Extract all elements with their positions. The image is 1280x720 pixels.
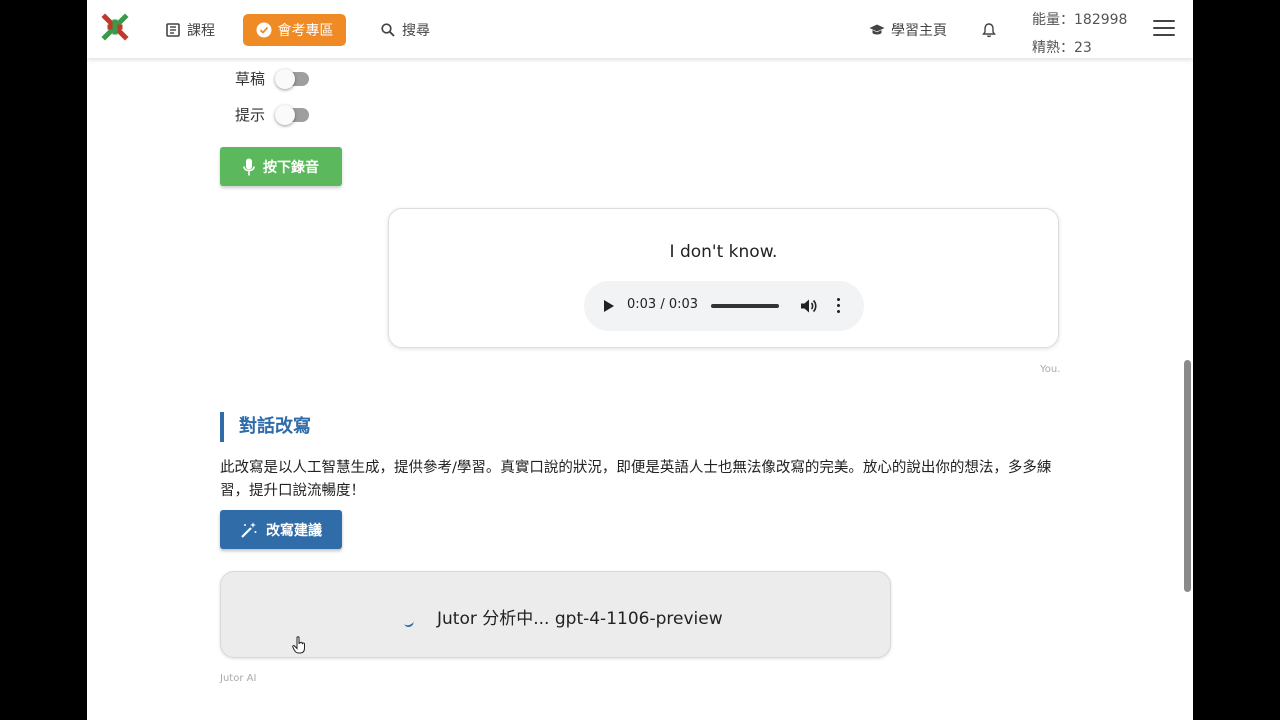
more-options-icon[interactable] — [836, 298, 842, 314]
record-button[interactable]: 按下錄音 — [220, 147, 342, 186]
nav-exam-zone[interactable]: 會考專區 — [243, 14, 346, 46]
user-stats: 能量：182998 精熟：23 — [1032, 6, 1127, 62]
top-navbar: 課程 會考專區 搜尋 學習主頁 能量：182998 精熟：23 — [87, 0, 1193, 58]
search-icon — [381, 23, 395, 37]
jutor-logo-icon[interactable] — [99, 11, 131, 43]
speaker-caption: You. — [1040, 364, 1061, 375]
ai-status-text: Jutor 分析中... gpt-4-1106-preview — [437, 609, 723, 629]
hint-toggle-label: 提示 — [235, 106, 266, 124]
user-speech-card: I don't know. 0:03 / 0:03 — [388, 208, 1059, 348]
rewrite-suggestion-button[interactable]: 改寫建議 — [220, 510, 342, 549]
volume-icon[interactable] — [800, 298, 818, 314]
loading-spinner-icon — [403, 618, 415, 629]
rewrite-button-label: 改寫建議 — [266, 522, 322, 539]
app-frame: 課程 會考專區 搜尋 學習主頁 能量：182998 精熟：23 草稿 提示 按下… — [87, 0, 1193, 720]
nav-search[interactable]: 搜尋 — [380, 14, 430, 46]
book-icon — [166, 23, 180, 37]
pointer-cursor-icon — [292, 636, 305, 654]
energy-count: 能量：182998 — [1032, 12, 1128, 28]
nav-search-label: 搜尋 — [402, 23, 430, 39]
graduation-cap-icon — [869, 24, 885, 35]
nav-learning-home[interactable]: 學習主頁 — [869, 14, 947, 46]
nav-courses[interactable]: 課程 — [165, 14, 215, 46]
section-title: 對話改寫 — [220, 412, 311, 442]
draft-toggle-row: 草稿 — [235, 68, 310, 89]
bell-icon — [982, 23, 996, 38]
notifications-button[interactable] — [981, 14, 997, 46]
record-button-label: 按下錄音 — [263, 159, 319, 176]
audio-time: 0:03 / 0:03 — [627, 297, 699, 312]
page-scrollbar[interactable] — [1183, 58, 1193, 720]
scrollbar-thumb[interactable] — [1184, 360, 1191, 592]
draft-toggle-switch[interactable] — [275, 68, 310, 89]
microphone-icon — [243, 158, 255, 175]
nav-learning-home-label: 學習主頁 — [891, 23, 947, 39]
rewrite-description: 此改寫是以人工智慧生成，提供參考/學習。真實口說的狀況，即便是英語人士也無法像改… — [220, 460, 1052, 499]
audio-player: 0:03 / 0:03 — [584, 281, 864, 331]
hint-toggle-switch[interactable] — [275, 104, 310, 125]
draft-toggle-label: 草稿 — [235, 70, 266, 88]
nav-exam-zone-label: 會考專區 — [277, 23, 334, 39]
audio-progress-bar[interactable] — [711, 304, 779, 308]
speech-transcript: I don't know. — [669, 242, 778, 262]
nav-courses-label: 課程 — [187, 23, 215, 39]
ai-caption: Jutor AI — [220, 673, 257, 684]
ai-response-card: Jutor 分析中... gpt-4-1106-preview — [220, 571, 891, 658]
hint-toggle-row: 提示 — [235, 104, 310, 125]
mastery-count: 精熟：23 — [1032, 40, 1092, 56]
check-circle-icon — [256, 22, 271, 38]
hamburger-menu-icon[interactable] — [1153, 20, 1175, 36]
magic-wand-icon — [241, 521, 257, 538]
play-icon[interactable] — [604, 300, 614, 312]
